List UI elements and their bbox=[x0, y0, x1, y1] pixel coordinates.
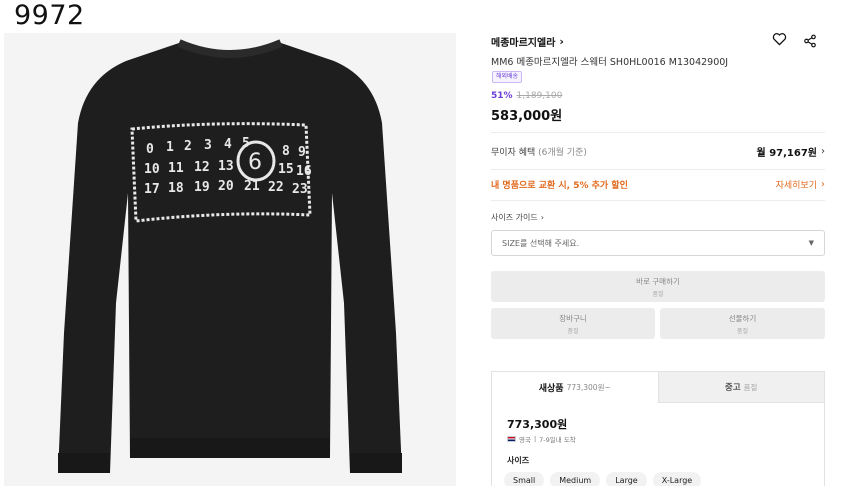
svg-text:4: 4 bbox=[224, 137, 232, 152]
tab-new-label: 새상품 bbox=[538, 384, 564, 394]
svg-text:8: 8 bbox=[282, 144, 290, 159]
size-chip[interactable]: Medium bbox=[550, 472, 601, 486]
svg-text:13: 13 bbox=[218, 159, 234, 174]
tab-new-price: 773,300원~ bbox=[566, 383, 611, 392]
buy-now-label: 바로 구매하기 bbox=[636, 276, 680, 286]
svg-text:10: 10 bbox=[144, 162, 160, 177]
offer-price: 773,300원 bbox=[507, 418, 568, 431]
brand-link[interactable]: 메종마르지엘라 › bbox=[491, 34, 564, 49]
svg-text:22: 22 bbox=[268, 180, 284, 195]
offer-tabs: 새상품 773,300원~ 중고 품절 bbox=[492, 372, 824, 403]
promo-link: 자세히보기 bbox=[775, 180, 817, 191]
cart-status: 품절 bbox=[567, 327, 579, 335]
tab-used[interactable]: 중고 품절 bbox=[657, 372, 824, 403]
separator: | bbox=[533, 435, 537, 443]
divider bbox=[491, 132, 825, 133]
discount-rate: 51% bbox=[491, 91, 513, 101]
size-heading: 사이즈 bbox=[507, 456, 530, 465]
sale-price: 583,000원 bbox=[491, 109, 563, 124]
size-chip[interactable]: Large bbox=[606, 472, 647, 486]
origin-country: 영국 bbox=[519, 436, 531, 444]
origin-row: 영국 | 7-9일내 도착 bbox=[507, 434, 576, 444]
svg-text:6: 6 bbox=[248, 150, 262, 175]
original-price: 1,189,100 bbox=[516, 91, 563, 101]
svg-text:9: 9 bbox=[298, 145, 306, 160]
size-guide-link[interactable]: 사이즈 가이드 › bbox=[491, 212, 544, 223]
brand-name: 메종마르지엘라 bbox=[491, 38, 556, 49]
svg-text:0: 0 bbox=[146, 142, 154, 157]
gift-label: 선물하기 bbox=[728, 313, 757, 323]
chevron-right-icon: › bbox=[559, 35, 564, 48]
overseas-shipping-badge: 해외배송 bbox=[492, 71, 523, 83]
svg-text:1: 1 bbox=[166, 140, 174, 155]
trade-in-promo-row[interactable]: 내 명품으로 교환 시, 5% 추가 할인 자세히보기 › bbox=[491, 177, 825, 191]
size-guide-label: 사이즈 가이드 bbox=[491, 213, 538, 222]
svg-text:19: 19 bbox=[194, 180, 210, 195]
promo-link-group[interactable]: 자세히보기 › bbox=[776, 178, 825, 191]
svg-text:23: 23 bbox=[292, 182, 308, 197]
size-chip[interactable]: X-Large bbox=[652, 472, 702, 486]
chevron-right-icon: › bbox=[540, 213, 544, 222]
buy-now-status: 품절 bbox=[652, 290, 664, 298]
installment-row[interactable]: 무이자 혜택 (6개월 기준) 월 97,167원 › bbox=[491, 144, 825, 159]
installment-label-group: 무이자 혜택 (6개월 기준) bbox=[491, 145, 587, 158]
divider bbox=[491, 169, 825, 170]
svg-text:15: 15 bbox=[278, 162, 294, 177]
offer-tabs-box: 새상품 773,300원~ 중고 품절 773,300원 영국 | 7-9일내 … bbox=[491, 371, 825, 486]
installment-value: 월 97,167원 bbox=[756, 147, 817, 159]
share-icon[interactable] bbox=[801, 32, 819, 50]
tab-new[interactable]: 새상품 773,300원~ bbox=[492, 372, 658, 403]
product-name: MM6 메종마르지엘라 스웨터 SH0HL0016 M13042900J bbox=[491, 57, 729, 68]
product-image[interactable]: 012345 89 10 11 12 13 15 16 17 18 19 20 21 22 23 6 bbox=[4, 33, 456, 486]
svg-text:17: 17 bbox=[144, 182, 160, 197]
promo-label: 내 명품으로 교환 시, 5% 추가 할인 bbox=[491, 180, 628, 191]
divider bbox=[491, 200, 825, 201]
size-select[interactable]: SIZE를 선택해 주세요. ▼ bbox=[491, 230, 825, 256]
svg-text:3: 3 bbox=[204, 138, 212, 153]
svg-text:18: 18 bbox=[168, 181, 184, 196]
size-chip[interactable]: Small bbox=[504, 472, 545, 486]
heart-icon[interactable] bbox=[770, 30, 788, 48]
add-to-cart-button[interactable]: 장바구니 품절 bbox=[491, 308, 655, 339]
size-select-placeholder: SIZE를 선택해 주세요. bbox=[502, 238, 580, 248]
svg-text:11: 11 bbox=[168, 161, 184, 176]
svg-text:20: 20 bbox=[218, 179, 234, 194]
svg-text:12: 12 bbox=[194, 160, 210, 175]
size-chips: Small Medium Large X-Large bbox=[504, 472, 702, 486]
chevron-right-icon: › bbox=[821, 145, 825, 157]
gift-button[interactable]: 선물하기 품절 bbox=[660, 308, 825, 339]
installment-label: 무이자 혜택 bbox=[491, 147, 536, 158]
tab-used-label: 중고 bbox=[725, 383, 741, 393]
buy-now-button[interactable]: 바로 구매하기 품절 bbox=[491, 271, 825, 302]
discount-row: 51% 1,189,100 bbox=[491, 91, 562, 101]
uk-flag-icon bbox=[507, 436, 516, 442]
cart-label: 장바구니 bbox=[559, 313, 587, 323]
svg-text:16: 16 bbox=[296, 164, 312, 179]
svg-text:2: 2 bbox=[184, 139, 192, 154]
installment-value-group: 월 97,167원 › bbox=[757, 144, 825, 159]
gift-status: 품절 bbox=[736, 327, 749, 335]
delivery-estimate: 7-9일내 도착 bbox=[539, 436, 576, 444]
chevron-right-icon: › bbox=[821, 178, 825, 190]
sweater-illustration: 012345 89 10 11 12 13 15 16 17 18 19 20 21 22 23 6 bbox=[4, 33, 456, 486]
corner-label: 9972 bbox=[14, 0, 85, 31]
caret-down-icon: ▼ bbox=[808, 239, 814, 247]
installment-sub: (6개월 기준) bbox=[538, 147, 587, 158]
tab-used-status: 품절 bbox=[743, 382, 758, 392]
